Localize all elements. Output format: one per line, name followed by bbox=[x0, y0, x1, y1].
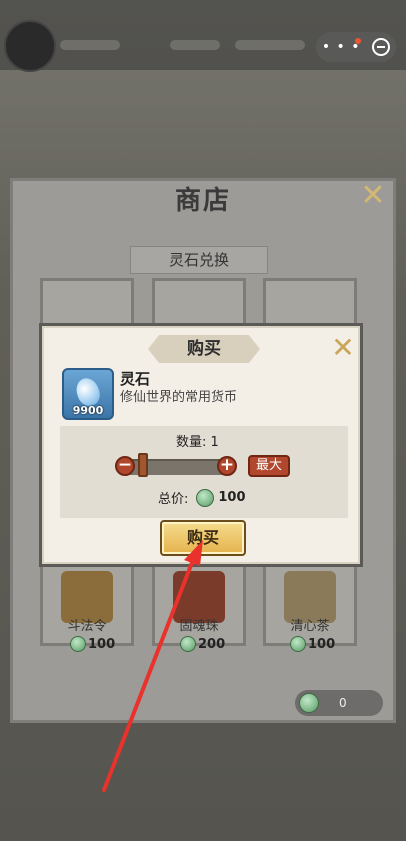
red-arrow-annotation bbox=[102, 540, 203, 792]
